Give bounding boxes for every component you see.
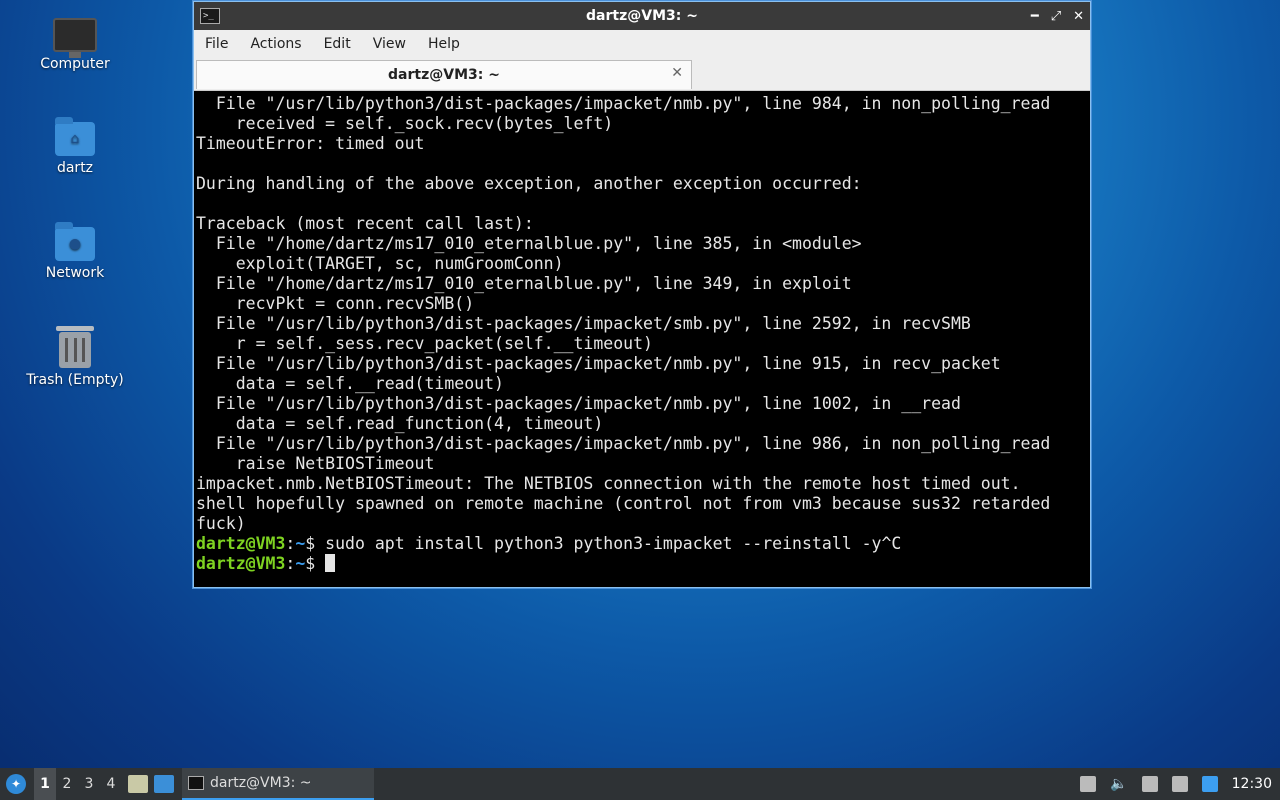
workspace-2[interactable]: 2 [56, 776, 78, 792]
terminal-line: File "/usr/lib/python3/dist-packages/imp… [215, 354, 1001, 373]
terminal-line: File "/usr/lib/python3/dist-packages/imp… [215, 394, 961, 413]
terminal-line: fuck) [196, 514, 246, 533]
taskbar-task-terminal[interactable]: dartz@VM3: ~ [182, 768, 374, 800]
clock[interactable]: 12:30 [1232, 776, 1272, 792]
update-notifier-icon[interactable] [1201, 776, 1218, 792]
minimize-icon[interactable]: ━ [1031, 9, 1039, 24]
prompt-separator: : [285, 534, 296, 553]
terminal-line: File "/usr/lib/python3/dist-packages/imp… [215, 314, 971, 333]
prompt-path: ~ [295, 534, 306, 553]
menu-help[interactable]: Help [417, 36, 471, 52]
network-folder-icon: ● [55, 222, 95, 261]
prompt-separator: : [285, 554, 296, 573]
menubar: File Actions Edit View Help [194, 30, 1090, 58]
task-label: dartz@VM3: ~ [210, 775, 312, 791]
trash-icon [56, 326, 94, 368]
network-icon[interactable] [1171, 776, 1188, 792]
terminal-window[interactable]: >_ dartz@VM3: ~ ━ ⤢ ✕ File Actions Edit … [193, 1, 1091, 588]
terminal-line: r = self._sess.recv_packet(self.__timeou… [235, 334, 653, 353]
terminal-line: data = self.read_function(4, timeout) [235, 414, 604, 433]
eject-icon[interactable] [1080, 776, 1097, 792]
terminal-line: recvPkt = conn.recvSMB() [235, 294, 475, 313]
terminal-line: impacket.nmb.NetBIOSTimeout: The NETBIOS… [196, 474, 1021, 493]
desktop-icon-label: Network [45, 265, 105, 281]
desktop-icon-computer[interactable]: Computer [20, 18, 130, 72]
workspace-1[interactable]: 1 [34, 768, 56, 800]
terminal-line: File "/home/dartz/ms17_010_eternalblue.p… [215, 274, 852, 293]
workspace-4[interactable]: 4 [100, 776, 122, 792]
terminal-line: TimeoutError: timed out [196, 134, 425, 153]
menu-file[interactable]: File [194, 36, 239, 52]
terminal-line: File "/usr/lib/python3/dist-packages/imp… [215, 434, 1051, 453]
prompt-symbol: $ [305, 534, 326, 553]
file-manager-icon[interactable] [128, 775, 148, 793]
taskbar: ✦ 1 2 3 4 dartz@VM3: ~ 🔈 12:30 [0, 768, 1280, 800]
desktop-icon-network[interactable]: ● Network [20, 222, 130, 281]
terminal-line: File "/usr/lib/python3/dist-packages/imp… [215, 94, 1051, 113]
prompt-user: dartz@VM3 [196, 554, 286, 573]
prompt-symbol: $ [305, 554, 326, 573]
terminal-line: data = self.__read(timeout) [235, 374, 504, 393]
menu-edit[interactable]: Edit [313, 36, 362, 52]
tab-bar: dartz@VM3: ~ ✕ [194, 58, 1090, 91]
show-desktop-icon[interactable] [154, 775, 174, 793]
terminal-text: File "/usr/lib/python3/dist-packages/imp… [196, 94, 1090, 574]
prompt-user: dartz@VM3 [196, 534, 286, 553]
terminal-line: During handling of the above exception, … [196, 174, 862, 193]
window-titlebar[interactable]: >_ dartz@VM3: ~ ━ ⤢ ✕ [194, 2, 1090, 30]
terminal-line: exploit(TARGET, sc, numGroomConn) [235, 254, 564, 273]
terminal-line: received = self._sock.recv(bytes_left) [235, 114, 614, 133]
desktop-icon-home[interactable]: ⌂ dartz [20, 117, 130, 176]
desktop-icon-trash[interactable]: Trash (Empty) [20, 326, 130, 388]
computer-icon [53, 18, 97, 58]
desktop-icon-label: Trash (Empty) [26, 372, 124, 388]
volume-icon[interactable]: 🔈 [1110, 776, 1127, 792]
tab-label: dartz@VM3: ~ [388, 67, 500, 83]
menu-actions[interactable]: Actions [239, 36, 312, 52]
menu-view[interactable]: View [362, 36, 417, 52]
system-tray: 🔈 12:30 [1080, 768, 1280, 800]
terminal-output[interactable]: File "/usr/lib/python3/dist-packages/imp… [196, 94, 1090, 587]
clipboard-icon[interactable] [1141, 776, 1158, 792]
start-menu-icon[interactable]: ✦ [6, 774, 26, 794]
prompt-path: ~ [295, 554, 306, 573]
tab-close-icon[interactable]: ✕ [671, 65, 683, 81]
terminal-line: File "/home/dartz/ms17_010_eternalblue.p… [215, 234, 862, 253]
terminal-line: raise NetBIOSTimeout [235, 454, 435, 473]
window-title: dartz@VM3: ~ [586, 8, 698, 24]
workspace-3[interactable]: 3 [78, 776, 100, 792]
tab-terminal[interactable]: dartz@VM3: ~ ✕ [196, 60, 692, 89]
desktop-icon-label: Computer [40, 56, 110, 72]
terminal-line: shell hopefully spawned on remote machin… [196, 494, 1051, 513]
text-cursor [325, 554, 336, 572]
maximize-icon[interactable]: ⤢ [1051, 9, 1061, 24]
home-folder-icon: ⌂ [55, 117, 95, 156]
terminal-line: Traceback (most recent call last): [196, 214, 534, 233]
desktop-icon-label: dartz [56, 160, 94, 176]
terminal-icon [188, 776, 204, 790]
close-icon[interactable]: ✕ [1073, 9, 1084, 24]
command-text: sudo apt install python3 python3-impacke… [325, 534, 902, 553]
